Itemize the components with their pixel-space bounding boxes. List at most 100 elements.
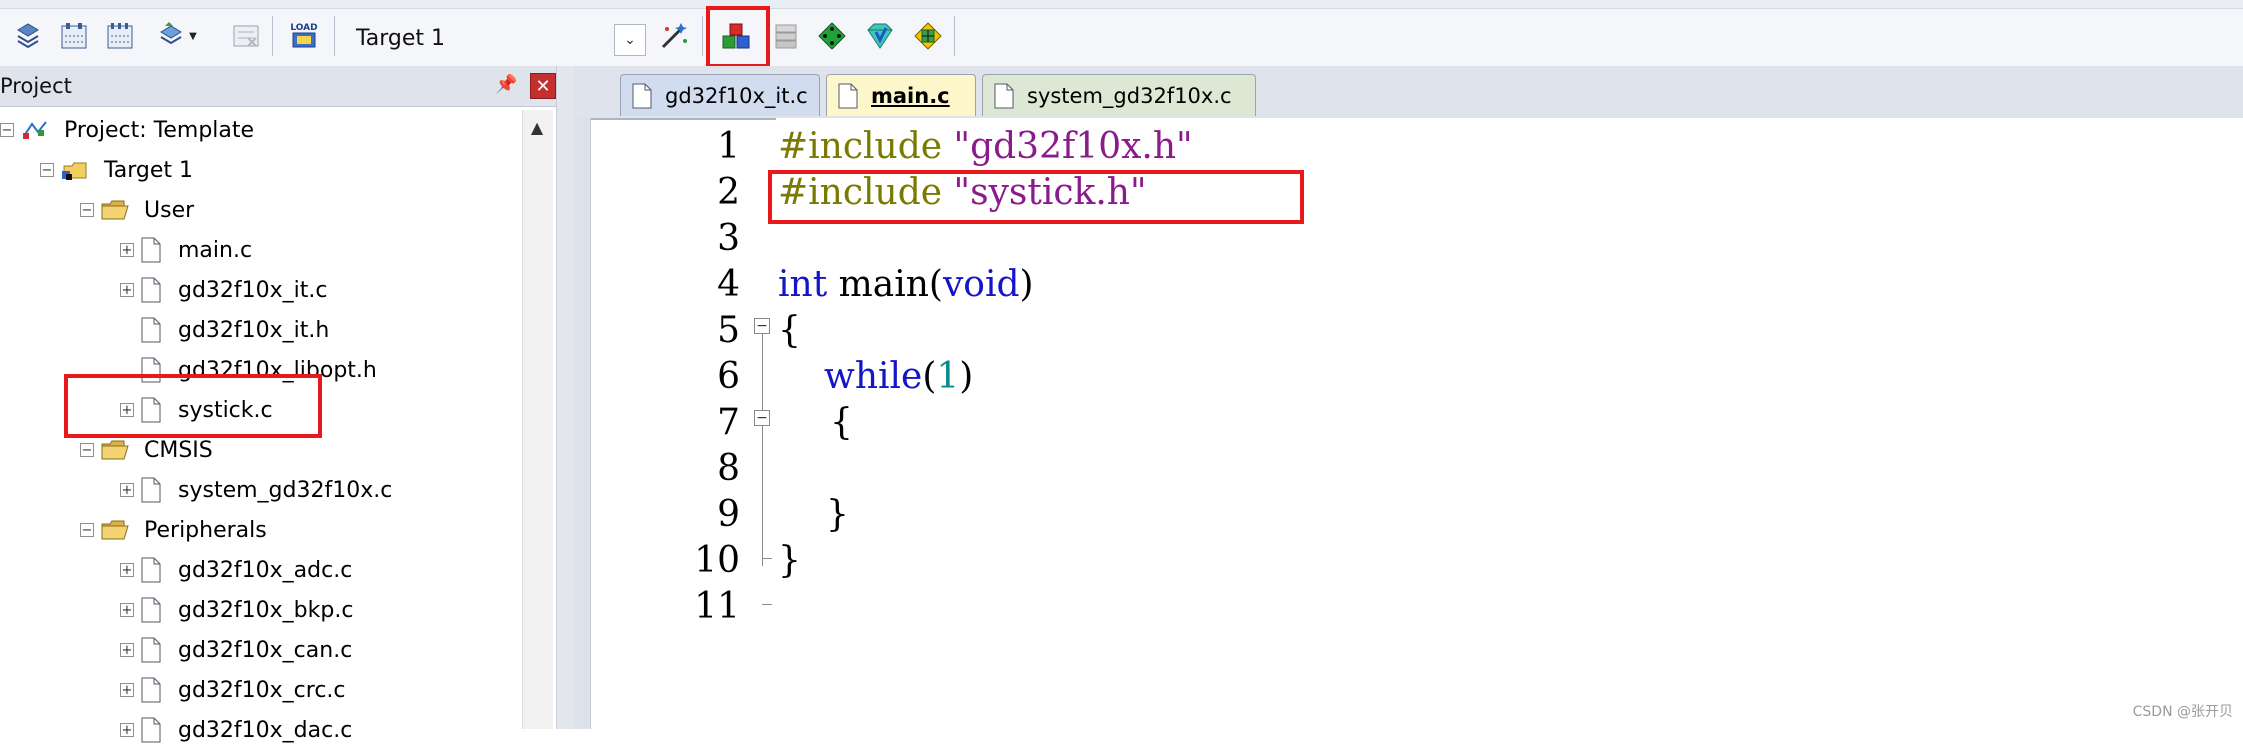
translate-button[interactable] (8, 16, 48, 56)
stack-icon (775, 24, 797, 49)
tree-item-label: gd32f10x_adc.c (178, 557, 353, 583)
tab-gd32f10x-it-c[interactable]: gd32f10x_it.c (620, 74, 820, 116)
tab-system-gd32f10x-c[interactable]: system_gd32f10x.c (982, 74, 1256, 116)
toolbar-separator (954, 16, 955, 56)
line-number: 11 (694, 586, 740, 627)
tree-item-target[interactable]: − Target 1 (40, 150, 193, 190)
tree-item-file-crc-c[interactable]: + gd32f10x_crc.c (120, 670, 346, 710)
manage-rte-button[interactable] (812, 16, 852, 56)
pin-icon[interactable]: 📌 (495, 74, 517, 95)
tree-item-file-system-c[interactable]: + system_gd32f10x.c (120, 470, 392, 510)
expand-icon[interactable]: + (120, 603, 134, 617)
collapse-icon[interactable]: − (40, 163, 54, 177)
build-button[interactable] (54, 16, 94, 56)
collapse-icon[interactable]: − (0, 123, 14, 137)
stop-build-button[interactable] (226, 16, 266, 56)
expand-icon[interactable]: + (120, 243, 134, 257)
tab-main-c[interactable]: main.c (826, 74, 976, 116)
toolbar-separator (702, 16, 703, 56)
scroll-up-arrow-icon[interactable]: ▲ (522, 112, 552, 142)
punctuation-token: ) (1019, 264, 1034, 305)
c-file-icon (141, 237, 161, 263)
svg-text:LOAD: LOAD (290, 23, 317, 33)
rebuild-icon (107, 23, 133, 49)
tree-item-file-bkp-c[interactable]: + gd32f10x_bkp.c (120, 590, 353, 630)
tree-item-label: gd32f10x_it.h (178, 317, 330, 343)
pack-installer-button[interactable] (860, 16, 900, 56)
highlight-box (706, 6, 770, 68)
tree-item-file-it-h[interactable]: gd32f10x_it.h (120, 310, 329, 350)
brace-token: { (830, 402, 853, 443)
tree-item-file-it-c[interactable]: + gd32f10x_it.c (120, 270, 328, 310)
expand-icon[interactable]: + (120, 563, 134, 577)
preprocessor-token: #include (778, 126, 954, 167)
collapse-icon[interactable]: − (80, 203, 94, 217)
menu-bar-edge (0, 0, 2243, 9)
line-number: 10 (694, 540, 740, 581)
toolbar-separator (272, 16, 273, 56)
fold-toggle[interactable]: − (754, 410, 770, 426)
target-select[interactable]: Target 1 (356, 26, 445, 51)
tree-item-file-adc-c[interactable]: + gd32f10x_adc.c (120, 550, 352, 590)
toolbar (0, 0, 2243, 67)
highlight-box (64, 374, 322, 438)
collapse-icon[interactable]: − (80, 523, 94, 537)
tree-item-label: gd32f10x_can.c (178, 637, 353, 663)
c-file-icon (141, 677, 161, 703)
tree-scrollbar[interactable] (522, 110, 553, 729)
expand-icon[interactable]: + (120, 283, 134, 297)
code-line-7: { (830, 400, 853, 446)
tree-item-label: gd32f10x_dac.c (178, 717, 353, 743)
line-number: 6 (717, 356, 740, 397)
tree-item-file-can-c[interactable]: + gd32f10x_can.c (120, 630, 352, 670)
tree-item-label: User (144, 197, 195, 223)
tree-item-label: gd32f10x_bkp.c (178, 597, 354, 623)
header-file-icon (141, 317, 161, 343)
rebuild-button[interactable] (100, 16, 140, 56)
folder-open-icon (101, 520, 129, 540)
fold-toggle[interactable]: − (754, 318, 770, 334)
tab-label: main.c (871, 83, 950, 108)
folder-open-icon (101, 440, 129, 460)
identifier-token: main( (827, 264, 943, 305)
expand-icon[interactable]: + (120, 723, 134, 737)
batch-build-button[interactable]: ▼ (150, 16, 204, 56)
line-number: 8 (717, 448, 740, 489)
line-number: 2 (717, 172, 740, 213)
tree-item-file-dac-c[interactable]: + gd32f10x_dac.c (120, 710, 352, 750)
batch-build-icon (160, 22, 183, 45)
select-packs-button[interactable] (766, 16, 806, 56)
download-button[interactable]: LOAD (284, 16, 324, 56)
c-file-icon (632, 83, 652, 108)
brace-token: { (778, 310, 801, 351)
expand-icon[interactable]: + (120, 643, 134, 657)
folder-open-icon (101, 200, 129, 220)
options-for-target-button[interactable] (654, 16, 694, 56)
punctuation-token: ( (922, 356, 937, 397)
tree-item-folder-peripherals[interactable]: − Peripherals (80, 510, 267, 550)
expand-icon[interactable]: + (120, 483, 134, 497)
fold-guide (762, 334, 763, 566)
event-recorder-button[interactable] (908, 16, 948, 56)
diamond-icon (818, 22, 846, 50)
panel-splitter[interactable] (556, 66, 576, 729)
collapse-icon[interactable]: − (80, 443, 94, 457)
tree-item-file-main-c[interactable]: + main.c (120, 230, 252, 270)
line-number: 1 (717, 126, 740, 167)
tree-item-label: gd32f10x_it.c (178, 277, 328, 303)
tree-item-label: gd32f10x_crc.c (178, 677, 346, 703)
target-icon (62, 162, 87, 180)
tree-item-label: CMSIS (144, 437, 213, 463)
c-file-icon (141, 277, 161, 303)
expand-icon[interactable]: + (120, 683, 134, 697)
tree-item-project[interactable]: − Project: Template (0, 110, 254, 150)
close-icon: ✕ (535, 75, 551, 97)
tree-item-label: Target 1 (104, 157, 194, 183)
target-dropdown-button[interactable]: ⌄ (614, 24, 646, 56)
close-panel-button[interactable]: ✕ (530, 73, 556, 99)
tree-item-label: Project: Template (64, 117, 255, 143)
c-file-icon (141, 597, 161, 623)
tree-item-folder-user[interactable]: − User (80, 190, 194, 230)
line-number: 7 (717, 402, 740, 443)
tab-label: gd32f10x_it.c (665, 83, 808, 108)
